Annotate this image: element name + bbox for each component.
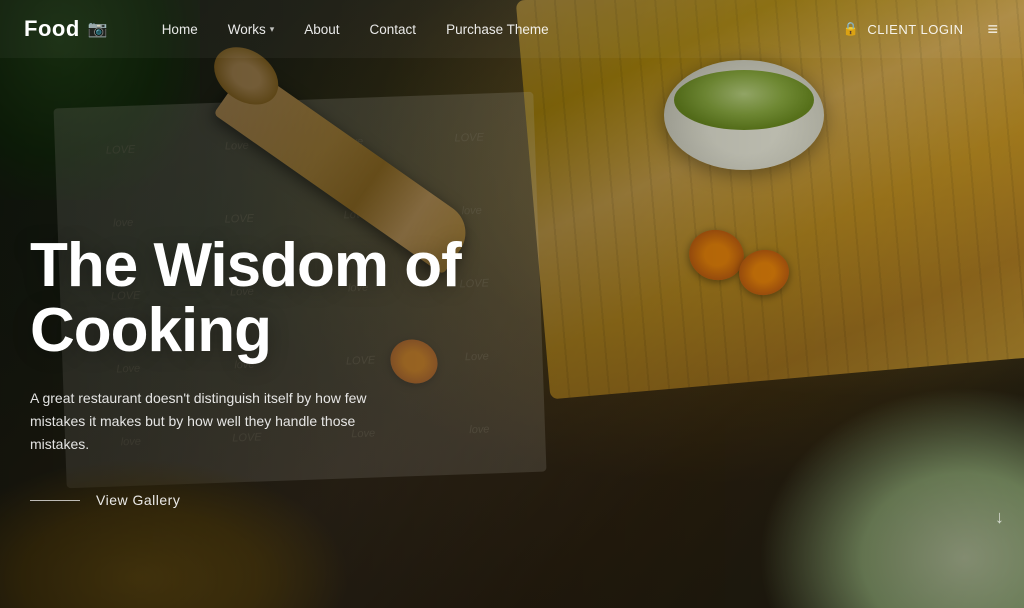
logo-text: Food: [24, 16, 80, 42]
nav-works[interactable]: Works ▾: [214, 16, 289, 43]
logo[interactable]: Food 📷: [24, 16, 108, 42]
client-login-button[interactable]: 🔒 CLIENT LOGIN: [843, 21, 964, 37]
client-login-label: CLIENT LOGIN: [867, 22, 963, 37]
nav-purchase-theme[interactable]: Purchase Theme: [432, 16, 563, 43]
cta-label: View Gallery: [96, 492, 180, 508]
cta-line: [30, 500, 80, 501]
hero-subtitle: A great restaurant doesn't distinguish i…: [30, 387, 410, 456]
nav-about[interactable]: About: [290, 16, 353, 43]
nav-links: Home Works ▾ About Contact Purchase Them…: [148, 16, 843, 43]
hero-content: The Wisdom of Cooking A great restaurant…: [30, 233, 590, 508]
hero-section: LOVELoveloveLOVE loveLOVELovelove LOVELo…: [0, 0, 1024, 608]
hero-title: The Wisdom of Cooking: [30, 233, 590, 363]
camera-icon: 📷: [88, 19, 108, 39]
hamburger-menu-icon[interactable]: ≡: [987, 19, 1000, 40]
chevron-down-icon: ▾: [270, 24, 275, 35]
nav-right: 🔒 CLIENT LOGIN ≡: [843, 19, 1000, 40]
nav-contact[interactable]: Contact: [356, 16, 431, 43]
scroll-down-indicator[interactable]: ↓: [995, 507, 1004, 528]
lock-icon: 🔒: [843, 21, 860, 37]
view-gallery-button[interactable]: View Gallery: [30, 492, 590, 508]
navbar: Food 📷 Home Works ▾ About Contact Purcha…: [0, 0, 1024, 58]
nav-home[interactable]: Home: [148, 16, 212, 43]
